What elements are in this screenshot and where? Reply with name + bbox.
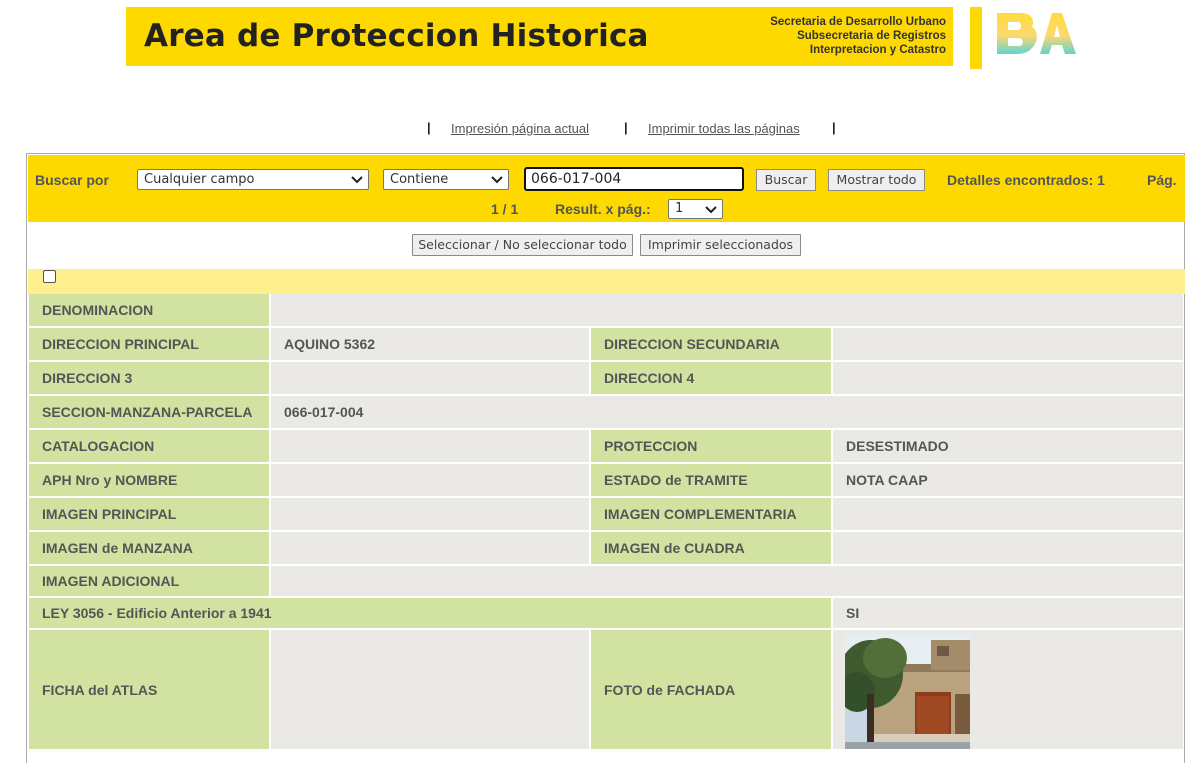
subtitle-line: Subsecretaria de Registros — [797, 30, 946, 42]
field-select[interactable]: Cualquier campo — [137, 169, 369, 190]
logo-text: BA — [994, 11, 996, 12]
print-links: | Impresión página actual | Imprimir tod… — [0, 120, 1200, 140]
page-title: Area de Proteccion Historica — [144, 18, 649, 54]
value-imagen-principal — [271, 498, 589, 530]
label-direccion-3: DIRECCION 3 — [29, 362, 269, 394]
value-direccion-principal: AQUINO 5362 — [271, 328, 589, 360]
separator: | — [832, 120, 836, 135]
label-foto-fachada: FOTO de FACHADA — [591, 630, 831, 749]
label-catalogacion: CATALOGACION — [29, 430, 269, 462]
value-direccion-3 — [271, 362, 589, 394]
value-ficha-atlas — [271, 630, 589, 749]
value-imagen-adicional — [271, 566, 1183, 596]
label-direccion-principal: DIRECCION PRINCIPAL — [29, 328, 269, 360]
label-direccion-4: DIRECCION 4 — [591, 362, 831, 394]
label-imagen-principal: IMAGEN PRINCIPAL — [29, 498, 269, 530]
header-subtitle: Secretaria de Desarrollo Urbano Subsecre… — [770, 15, 946, 57]
chevron-down-icon — [491, 176, 503, 184]
value-imagen-manzana — [271, 532, 589, 564]
value-estado-tramite: NOTA CAAP — [833, 464, 1183, 496]
label-denominacion: DENOMINACION — [29, 294, 269, 326]
results-per-page-select[interactable]: 1 — [668, 199, 723, 219]
search-input[interactable] — [524, 167, 744, 191]
label-imagen-manzana: IMAGEN de MANZANA — [29, 532, 269, 564]
value-direccion-secundaria — [833, 328, 1183, 360]
search-by-label: Buscar por — [35, 172, 109, 188]
operator-select-value: Contiene — [390, 172, 449, 187]
search-bar: Buscar por Cualquier campo Contiene Busc… — [28, 155, 1185, 222]
logo-divider — [970, 7, 982, 69]
label-direccion-secundaria: DIRECCION SECUNDARIA — [591, 328, 831, 360]
show-all-button[interactable]: Mostrar todo — [828, 169, 925, 191]
label-aph-nombre: APH Nro y NOMBRE — [29, 464, 269, 496]
print-selected-button[interactable]: Imprimir seleccionados — [640, 234, 801, 256]
results-per-page-label: Result. x pág.: — [555, 201, 651, 217]
label-ficha-atlas: FICHA del ATLAS — [29, 630, 269, 749]
label-seccion-manzana-parcela: SECCION-MANZANA-PARCELA — [29, 396, 269, 428]
header-banner: Area de Proteccion Historica Secretaria … — [126, 7, 953, 66]
ba-logo: BA — [994, 11, 1076, 54]
field-select-value: Cualquier campo — [144, 172, 255, 187]
found-count: Detalles encontrados: 1 — [947, 172, 1105, 188]
separator: | — [427, 120, 431, 135]
label-estado-tramite: ESTADO de TRAMITE — [591, 464, 831, 496]
label-imagen-complementaria: IMAGEN COMPLEMENTARIA — [591, 498, 831, 530]
label-ley-3056: LEY 3056 - Edificio Anterior a 1941 — [29, 598, 831, 628]
value-imagen-complementaria — [833, 498, 1183, 530]
label-proteccion: PROTECCION — [591, 430, 831, 462]
record-checkbox[interactable] — [43, 270, 56, 283]
separator: | — [624, 120, 628, 135]
label-imagen-adicional: IMAGEN ADICIONAL — [29, 566, 269, 596]
results-per-page-value: 1 — [675, 201, 684, 216]
value-aph-nombre — [271, 464, 589, 496]
value-direccion-4 — [833, 362, 1183, 394]
print-all-pages-link[interactable]: Imprimir todas las páginas — [648, 121, 800, 136]
page-label: Pág. — [1147, 172, 1177, 188]
print-current-page-link[interactable]: Impresión página actual — [451, 121, 589, 136]
operator-select[interactable]: Contiene — [383, 169, 509, 190]
subtitle-line: Interpretacion y Catastro — [809, 44, 946, 56]
value-ley-3056: SI — [833, 598, 1183, 628]
chevron-down-icon — [705, 206, 717, 214]
value-imagen-cuadra — [833, 532, 1183, 564]
search-button[interactable]: Buscar — [756, 169, 816, 191]
value-catalogacion — [271, 430, 589, 462]
value-denominacion — [271, 294, 1183, 326]
value-seccion-manzana-parcela: 066-017-004 — [271, 396, 1183, 428]
select-all-toggle-button[interactable]: Seleccionar / No seleccionar todo — [412, 234, 633, 256]
label-imagen-cuadra: IMAGEN de CUADRA — [591, 532, 831, 564]
subtitle-line: Secretaria de Desarrollo Urbano — [770, 16, 946, 28]
record-select-bar — [28, 269, 1185, 294]
pagination: 1 / 1 — [491, 201, 519, 217]
facade-photo[interactable] — [845, 634, 970, 749]
chevron-down-icon — [351, 176, 363, 184]
value-proteccion: DESESTIMADO — [833, 430, 1183, 462]
